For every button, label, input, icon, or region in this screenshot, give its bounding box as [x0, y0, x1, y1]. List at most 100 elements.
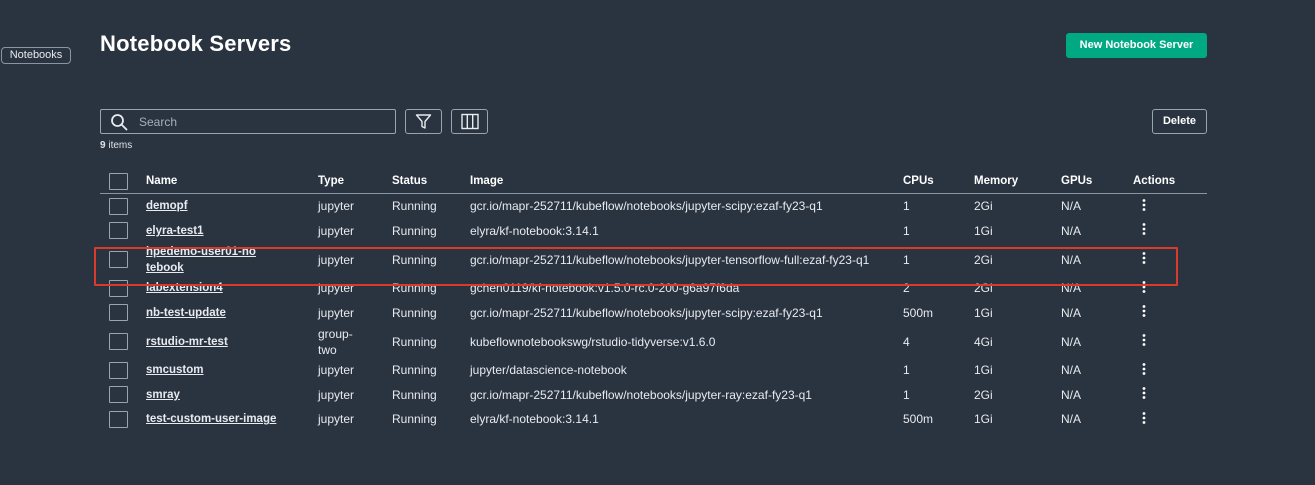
actions-menu-button[interactable] — [1137, 198, 1151, 211]
table-row: hpedemo-user01-notebook jupyter Running gcr… — [100, 243, 1207, 276]
actions-menu-button[interactable] — [1137, 223, 1151, 236]
notebook-cpus: 1 — [903, 223, 910, 238]
page-title: Notebook Servers — [100, 31, 292, 56]
notebook-cpus: 500m — [903, 412, 934, 427]
actions-menu-button[interactable] — [1137, 280, 1151, 293]
notebook-status: Running — [392, 412, 437, 427]
notebooks-tab[interactable]: Notebooks — [1, 47, 71, 64]
notebook-gpus: N/A — [1061, 281, 1082, 296]
column-header-image[interactable]: Image — [470, 169, 903, 194]
row-checkbox[interactable] — [109, 197, 128, 215]
notebook-type: jupyter — [318, 199, 355, 214]
column-header-gpus[interactable]: GPUs — [1061, 169, 1133, 194]
notebook-cpus: 2 — [903, 281, 910, 296]
new-notebook-server-button[interactable]: New Notebook Server — [1066, 33, 1207, 58]
notebook-image: gcr.io/mapr-252711/kubeflow/notebooks/ju… — [470, 305, 823, 320]
table-row: elyra-test1 jupyter Running elyra/kf-notebo… — [100, 219, 1207, 244]
column-header-status[interactable]: Status — [392, 169, 470, 194]
search-box[interactable] — [100, 109, 396, 134]
notebook-name-link[interactable]: smcustom — [146, 362, 204, 378]
notebook-cpus: 1 — [903, 252, 910, 267]
more-vertical-icon — [1142, 305, 1146, 318]
more-vertical-icon — [1142, 362, 1146, 375]
row-checkbox[interactable] — [109, 410, 128, 428]
notebook-image: gcr.io/mapr-252711/kubeflow/notebooks/ju… — [470, 387, 812, 402]
row-checkbox[interactable] — [109, 361, 128, 379]
actions-menu-button[interactable] — [1137, 252, 1151, 264]
notebook-cpus: 500m — [903, 305, 934, 320]
row-checkbox[interactable] — [109, 251, 128, 268]
table-row: test-custom-user-image jupyter Running elyr… — [100, 407, 1207, 432]
column-header-type[interactable]: Type — [318, 169, 392, 194]
select-all-checkbox[interactable] — [109, 172, 128, 190]
actions-menu-button[interactable] — [1137, 334, 1151, 346]
notebook-name-link[interactable]: demopf — [146, 198, 188, 214]
notebook-type: jupyter — [318, 305, 355, 320]
notebook-status: Running — [392, 387, 437, 402]
delete-button[interactable]: Delete — [1152, 109, 1207, 134]
table-row: nb-test-update jupyter Running gcr.io/mapr-… — [100, 301, 1207, 326]
notebook-name-link[interactable]: smray — [146, 387, 180, 403]
filter-icon — [415, 114, 432, 129]
notebook-name-link[interactable]: nb-test-update — [146, 305, 226, 321]
notebook-memory: 2Gi — [974, 281, 993, 296]
notebook-type: jupyter — [318, 223, 355, 238]
search-input[interactable] — [137, 112, 391, 132]
more-vertical-icon — [1142, 334, 1146, 346]
actions-menu-button[interactable] — [1137, 305, 1151, 318]
column-header-memory[interactable]: Memory — [974, 169, 1061, 194]
row-checkbox[interactable] — [109, 386, 128, 404]
row-checkbox[interactable] — [109, 333, 128, 350]
notebook-gpus: N/A — [1061, 387, 1082, 402]
notebook-name-link[interactable]: test-custom-user-image — [146, 411, 276, 427]
notebook-cpus: 4 — [903, 334, 910, 349]
notebook-image: jupyter/datascience-notebook — [470, 363, 627, 378]
row-checkbox[interactable] — [109, 279, 128, 297]
actions-menu-button[interactable] — [1137, 362, 1151, 375]
notebook-name-link[interactable]: rstudio-mr-test — [146, 334, 228, 350]
notebook-image: gchen0119/kf-notebook:v1.5.0-rc.0-200-g6… — [470, 281, 740, 296]
actions-menu-button[interactable] — [1137, 411, 1151, 424]
notebook-gpus: N/A — [1061, 199, 1082, 214]
notebook-type: jupyter — [318, 281, 355, 296]
row-checkbox[interactable] — [109, 222, 128, 240]
more-vertical-icon — [1142, 198, 1146, 211]
notebook-status: Running — [392, 305, 437, 320]
notebook-name-link[interactable]: hpedemo-user01-notebook — [146, 244, 256, 276]
notebook-memory: 1Gi — [974, 363, 993, 378]
column-header-cpus[interactable]: CPUs — [903, 169, 974, 194]
table-row: smray jupyter Running gcr.io/mapr-252711/ku… — [100, 383, 1207, 408]
more-vertical-icon — [1142, 411, 1146, 424]
notebook-status: Running — [392, 252, 437, 267]
column-header-actions: Actions — [1133, 169, 1207, 194]
notebook-type: jupyter — [318, 252, 355, 267]
columns-icon — [461, 113, 479, 130]
notebook-status: Running — [392, 334, 437, 349]
notebook-memory: 1Gi — [974, 412, 993, 427]
row-checkbox[interactable] — [109, 304, 128, 322]
notebook-image: elyra/kf-notebook:3.14.1 — [470, 412, 599, 427]
more-vertical-icon — [1142, 223, 1146, 236]
notebook-status: Running — [392, 363, 437, 378]
notebook-image: gcr.io/mapr-252711/kubeflow/notebooks/ju… — [470, 199, 823, 214]
notebook-name-link[interactable]: labextension4 — [146, 280, 223, 296]
columns-button[interactable] — [451, 109, 488, 134]
notebook-memory: 1Gi — [974, 305, 993, 320]
table-row: labextension4 jupyter Running gchen0119/kf-… — [100, 276, 1207, 301]
notebook-gpus: N/A — [1061, 305, 1082, 320]
column-header-name[interactable]: Name — [146, 169, 318, 194]
table-row: rstudio-mr-test group-two Running kubeflown… — [100, 325, 1207, 358]
table-header: Name Type Status Image CPUs Memory GPUs … — [100, 169, 1207, 194]
more-vertical-icon — [1142, 280, 1146, 293]
notebook-cpus: 1 — [903, 363, 910, 378]
notebook-type: jupyter — [318, 412, 355, 427]
notebook-name-link[interactable]: elyra-test1 — [146, 223, 204, 239]
table-row: demopf jupyter Running gcr.io/mapr-252711/k… — [100, 194, 1207, 219]
notebook-cpus: 1 — [903, 199, 910, 214]
actions-menu-button[interactable] — [1137, 387, 1151, 400]
notebook-type: jupyter — [318, 387, 355, 402]
notebook-image: elyra/kf-notebook:3.14.1 — [470, 223, 599, 238]
table-row: smcustom jupyter Running jupyter/datascienc… — [100, 358, 1207, 383]
filter-button[interactable] — [405, 109, 442, 134]
notebook-gpus: N/A — [1061, 412, 1082, 427]
